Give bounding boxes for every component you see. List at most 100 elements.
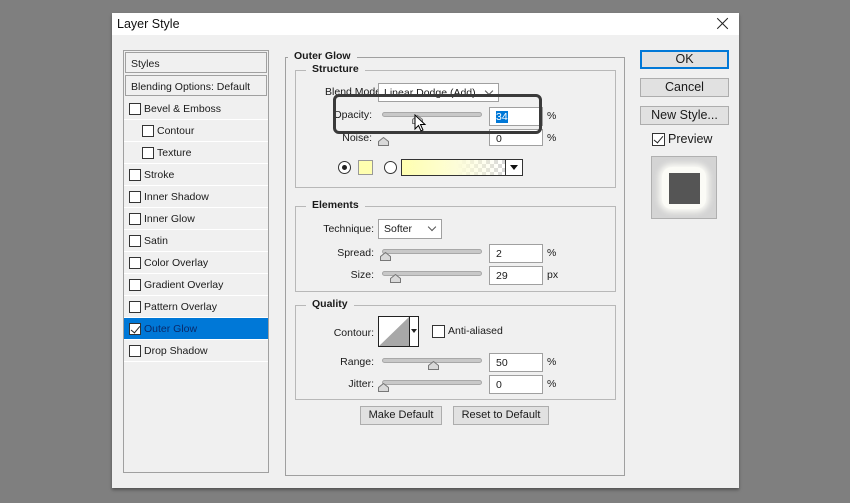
preview-thumbnail <box>651 156 717 219</box>
style-item-satin[interactable]: Satin <box>124 230 268 252</box>
contour-picker[interactable] <box>378 316 419 347</box>
contour-preview-icon <box>379 317 409 346</box>
elements-title: Elements <box>306 199 365 211</box>
size-value: 29 <box>496 270 508 282</box>
gradient-dropdown-icon[interactable] <box>505 160 522 175</box>
style-checkbox[interactable] <box>129 323 141 335</box>
style-item-label: Pattern Overlay <box>144 301 217 313</box>
style-item-label: Bevel & Emboss <box>144 103 222 115</box>
contour-dropdown-icon[interactable] <box>411 329 417 333</box>
styles-header[interactable]: Styles <box>125 52 267 73</box>
technique-value: Softer <box>384 223 413 235</box>
noise-value: 0 <box>496 133 502 145</box>
title-bar: Layer Style <box>112 13 739 35</box>
anti-aliased-checkbox[interactable] <box>432 325 445 338</box>
style-item-gradient-overlay[interactable]: Gradient Overlay <box>124 274 268 296</box>
style-checkbox[interactable] <box>129 279 141 291</box>
style-checkbox[interactable] <box>129 235 141 247</box>
style-checkbox[interactable] <box>129 301 141 313</box>
style-item-label: Satin <box>144 235 168 247</box>
jitter-value: 0 <box>496 379 502 391</box>
structure-title: Structure <box>306 63 365 75</box>
layer-style-dialog: Layer Style Styles Blending Options: Def… <box>112 13 739 488</box>
spread-slider[interactable] <box>382 249 482 254</box>
spread-label: Spread: <box>337 247 374 259</box>
style-checkbox[interactable] <box>142 147 154 159</box>
make-default-button[interactable]: Make Default <box>360 406 442 425</box>
style-item-label: Inner Shadow <box>144 191 209 203</box>
styles-list: Styles Blending Options: Default Bevel &… <box>123 50 269 473</box>
quality-title: Quality <box>306 298 354 310</box>
style-item-label: Gradient Overlay <box>144 279 224 291</box>
style-item-pattern-overlay[interactable]: Pattern Overlay <box>124 296 268 318</box>
preview-checkbox[interactable] <box>652 133 665 146</box>
new-style-button[interactable]: New Style... <box>640 106 729 125</box>
style-item-bevel-emboss[interactable]: Bevel & Emboss <box>124 98 268 120</box>
preview-square <box>669 173 700 204</box>
style-item-texture[interactable]: Texture <box>124 142 268 164</box>
style-checkbox[interactable] <box>129 103 141 115</box>
jitter-slider[interactable] <box>382 380 482 385</box>
size-slider-thumb[interactable] <box>389 274 401 283</box>
gradient-radio[interactable] <box>384 161 397 174</box>
mouse-cursor-icon <box>414 114 427 132</box>
opacity-highlight-annotation <box>333 94 542 134</box>
contour-label: Contour: <box>333 327 374 339</box>
spread-input[interactable]: 2 <box>489 244 543 263</box>
style-checkbox[interactable] <box>129 345 141 357</box>
technique-select[interactable]: Softer <box>378 219 442 239</box>
style-item-label: Inner Glow <box>144 213 195 225</box>
quality-group: Quality Contour: Anti-aliased Range: 50 … <box>295 298 616 400</box>
style-checkbox[interactable] <box>142 125 154 137</box>
style-item-drop-shadow[interactable]: Drop Shadow <box>124 340 268 362</box>
style-item-label: Contour <box>157 125 195 137</box>
anti-aliased-label: Anti-aliased <box>448 325 503 337</box>
style-item-label: Stroke <box>144 169 175 181</box>
style-checkbox[interactable] <box>129 257 141 269</box>
size-input[interactable]: 29 <box>489 266 543 285</box>
range-input[interactable]: 50 <box>489 353 543 372</box>
range-label: Range: <box>340 356 374 368</box>
chevron-down-icon <box>427 222 437 232</box>
style-item-stroke[interactable]: Stroke <box>124 164 268 186</box>
ok-button[interactable]: OK <box>640 50 729 69</box>
style-item-label: Outer Glow <box>144 323 198 335</box>
cancel-button[interactable]: Cancel <box>640 78 729 97</box>
style-item-color-overlay[interactable]: Color Overlay <box>124 252 268 274</box>
jitter-input[interactable]: 0 <box>489 375 543 394</box>
range-value: 50 <box>496 357 508 369</box>
elements-group: Elements Technique: Softer Spread: 2 % S… <box>295 199 616 292</box>
jitter-label: Jitter: <box>348 378 374 390</box>
noise-slider-thumb[interactable] <box>378 137 389 146</box>
jitter-slider-thumb[interactable] <box>378 383 389 392</box>
style-checkbox[interactable] <box>129 169 141 181</box>
gradient-picker[interactable] <box>401 159 523 176</box>
range-slider-thumb[interactable] <box>428 361 439 370</box>
style-item-contour[interactable]: Contour <box>124 120 268 142</box>
solid-color-radio[interactable] <box>338 161 351 174</box>
style-checkbox[interactable] <box>129 213 141 225</box>
jitter-unit: % <box>547 378 557 390</box>
blending-options[interactable]: Blending Options: Default <box>125 75 267 96</box>
style-item-outer-glow[interactable]: Outer Glow <box>124 318 268 340</box>
style-checkbox[interactable] <box>129 191 141 203</box>
style-item-inner-shadow[interactable]: Inner Shadow <box>124 186 268 208</box>
outer-glow-title: Outer Glow <box>288 50 357 62</box>
technique-label: Technique: <box>323 223 374 235</box>
preview-label[interactable]: Preview <box>668 132 712 146</box>
spread-unit: % <box>547 247 557 259</box>
spread-slider-thumb[interactable] <box>380 252 391 261</box>
blending-options-label: Blending Options: Default <box>131 81 251 93</box>
styles-header-label: Styles <box>131 58 160 70</box>
opacity-unit: % <box>547 110 557 122</box>
size-label: Size: <box>350 269 374 281</box>
range-unit: % <box>547 356 557 368</box>
style-item-label: Drop Shadow <box>144 345 208 357</box>
style-item-label: Color Overlay <box>144 257 209 269</box>
size-unit: px <box>547 269 559 281</box>
reset-to-default-button[interactable]: Reset to Default <box>453 406 549 425</box>
spread-value: 2 <box>496 248 502 260</box>
close-icon[interactable] <box>713 14 733 34</box>
style-item-inner-glow[interactable]: Inner Glow <box>124 208 268 230</box>
glow-color-swatch[interactable] <box>358 160 373 175</box>
